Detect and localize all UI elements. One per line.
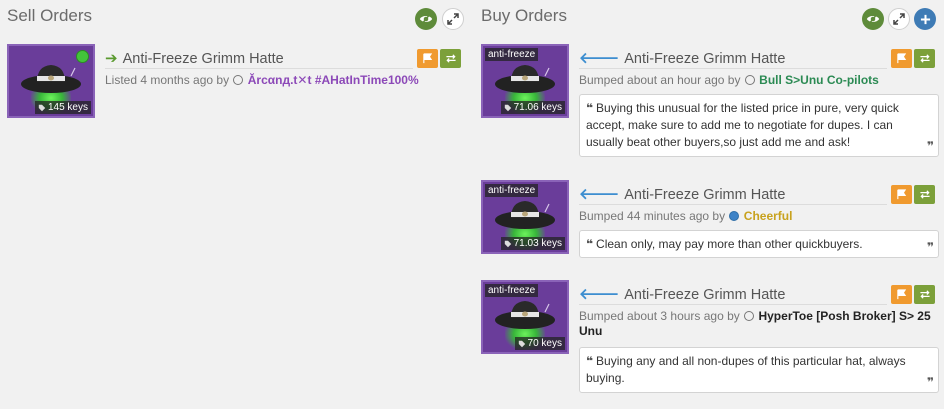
listing-title[interactable]: ➔ Anti-Freeze Grimm Hatte	[105, 49, 413, 69]
tag-icon	[504, 240, 511, 247]
price-badge: 71.06 keys	[500, 101, 565, 114]
eye-icon	[419, 13, 433, 25]
listing-comment: ❝ Clean only, may pay more than other qui…	[579, 230, 939, 258]
item-name: Anti-Freeze Grimm Hatte	[624, 50, 786, 67]
comment-text: Buying this unusual for the listed price…	[586, 101, 899, 149]
report-button[interactable]	[891, 285, 912, 304]
trade-button[interactable]	[914, 185, 935, 204]
quote-close-icon: ❞	[926, 375, 934, 389]
trade-button[interactable]	[914, 285, 935, 304]
quote-close-icon: ❞	[926, 240, 934, 254]
user-link[interactable]: Bull S>Unu Co-pilots	[759, 73, 879, 87]
buy-toggle-visibility-button[interactable]	[862, 8, 884, 30]
exchange-icon	[919, 190, 930, 199]
exchange-icon	[919, 54, 930, 63]
tag-icon	[518, 340, 525, 347]
comment-text: Buying any and all non-dupes of this par…	[586, 354, 906, 385]
arrow-right-icon: ➔	[105, 50, 118, 67]
effect-tag: anti-freeze	[485, 184, 539, 197]
listing-title[interactable]: 🡐 Anti-Freeze Grimm Hatte	[579, 49, 887, 69]
effect-tag: anti-freeze	[485, 48, 539, 61]
effect-tag: anti-freeze	[485, 284, 539, 297]
trade-button[interactable]	[440, 49, 461, 68]
exchange-icon	[919, 290, 930, 299]
listing-comment: ❝ Buying any and all non-dupes of this pa…	[579, 347, 939, 393]
add-buy-order-button[interactable]	[914, 8, 936, 30]
trade-button[interactable]	[914, 49, 935, 68]
price-value: 145 keys	[47, 102, 88, 113]
listing-meta: Listed 4 months ago by Ărcαnд.t✕t #AHatI…	[105, 73, 445, 88]
price-value: 71.03 keys	[513, 238, 562, 249]
arrow-left-icon: 🡐	[579, 50, 620, 67]
user-link[interactable]: Cheerful	[744, 209, 793, 223]
user-status-dot	[233, 75, 244, 85]
price-badge: 71.03 keys	[500, 237, 565, 250]
hat-image	[495, 301, 555, 329]
bumped-time: Bumped about 3 hours ago by	[579, 309, 740, 323]
item-name: Anti-Freeze Grimm Hatte	[624, 186, 786, 203]
hat-image	[495, 65, 555, 93]
arrow-left-icon: 🡐	[579, 286, 620, 303]
buy-orders-title: Buy Orders	[481, 6, 567, 25]
user-status-dot	[729, 211, 740, 221]
quote-open-icon: ❝	[586, 101, 594, 115]
online-status-dot	[76, 50, 89, 63]
listing-actions	[417, 49, 461, 68]
item-thumbnail[interactable]: anti-freeze 70 keys	[481, 280, 569, 354]
quote-open-icon: ❝	[586, 237, 594, 251]
expand-icon	[893, 13, 905, 25]
report-button[interactable]	[891, 49, 912, 68]
exchange-icon	[445, 54, 456, 63]
flag-icon	[897, 53, 907, 64]
expand-icon	[447, 13, 459, 25]
listing-meta: Bumped about an hour ago by Bull S>Unu C…	[579, 73, 939, 88]
item-name: Anti-Freeze Grimm Hatte	[122, 50, 284, 67]
report-button[interactable]	[891, 185, 912, 204]
user-link[interactable]: Ărcαnд.t✕t #AHatInTime100%	[248, 73, 419, 87]
listing-title[interactable]: 🡐 Anti-Freeze Grimm Hatte	[579, 185, 887, 205]
eye-icon	[866, 13, 880, 25]
sell-orders-title: Sell Orders	[7, 6, 93, 25]
bumped-time: Bumped 44 minutes ago by	[579, 209, 726, 223]
user-status-dot	[744, 311, 755, 321]
tag-icon	[38, 104, 46, 111]
listing-comment: ❝ Buying this unusual for the listed pric…	[579, 94, 939, 157]
listing-actions	[891, 285, 935, 304]
sell-toggle-visibility-button[interactable]	[415, 8, 437, 30]
arrow-left-icon: 🡐	[579, 186, 620, 203]
price-value: 70 keys	[527, 338, 562, 349]
listing-actions	[891, 185, 935, 204]
flag-icon	[897, 289, 907, 300]
user-status-dot	[744, 75, 755, 85]
quote-open-icon: ❝	[586, 354, 594, 368]
listed-time: Listed 4 months ago by	[105, 73, 230, 87]
listing-meta: Bumped about 3 hours ago by HyperToe [Po…	[579, 309, 939, 339]
flag-icon	[423, 53, 433, 64]
buy-expand-button[interactable]	[888, 8, 910, 30]
price-badge: 70 keys	[514, 337, 565, 350]
listing-actions	[891, 49, 935, 68]
bumped-time: Bumped about an hour ago by	[579, 73, 741, 87]
flag-icon	[897, 189, 907, 200]
comment-text: Clean only, may pay more than other quic…	[596, 237, 863, 251]
item-name: Anti-Freeze Grimm Hatte	[624, 286, 786, 303]
sell-expand-button[interactable]	[442, 8, 464, 30]
item-thumbnail[interactable]: anti-freeze 71.03 keys	[481, 180, 569, 254]
plus-icon	[920, 14, 930, 24]
listing-meta: Bumped 44 minutes ago by Cheerful	[579, 209, 939, 224]
item-thumbnail[interactable]: 145 keys	[7, 44, 95, 118]
tag-icon	[504, 104, 511, 111]
listing-title[interactable]: 🡐 Anti-Freeze Grimm Hatte	[579, 285, 887, 305]
price-value: 71.06 keys	[513, 102, 562, 113]
price-badge: 145 keys	[34, 101, 91, 114]
quote-close-icon: ❞	[926, 139, 934, 153]
item-thumbnail[interactable]: anti-freeze 71.06 keys	[481, 44, 569, 118]
report-button[interactable]	[417, 49, 438, 68]
hat-image	[495, 201, 555, 229]
